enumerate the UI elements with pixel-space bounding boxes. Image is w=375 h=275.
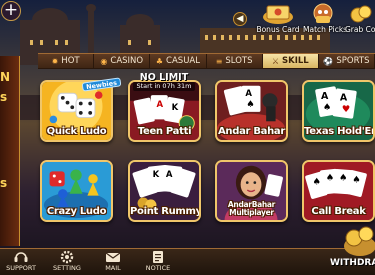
svg-text:K: K xyxy=(172,102,179,112)
start-timer: Start in 07h 31m xyxy=(133,82,195,91)
bonus-card-icon xyxy=(263,5,293,24)
setting-label: SETTING xyxy=(53,264,81,272)
tab-label: SKILL xyxy=(282,56,309,66)
notice-label: NOTICE xyxy=(145,264,171,272)
match-picks-icon xyxy=(313,3,333,23)
game-card-point-rummy[interactable]: K A Point Rummy xyxy=(128,160,201,222)
tab-label: CASINO xyxy=(110,56,144,66)
skill-icon: ⚔ xyxy=(271,56,279,66)
match-picks-button[interactable]: Match Picks xyxy=(303,3,348,34)
game-title: Crazy Ludo xyxy=(46,206,107,217)
game-title: Call Break xyxy=(311,206,366,217)
support-button[interactable]: SUPPORT xyxy=(4,250,38,272)
withdraw-coins-icon xyxy=(344,226,375,256)
svg-text:A: A xyxy=(340,93,348,104)
tab-skill[interactable]: ⚔ SKILL xyxy=(262,54,319,68)
mail-button[interactable]: MAIL xyxy=(98,250,128,272)
game-card-andarbahar-multiplayer[interactable]: AndarBahar Multiplayer xyxy=(215,160,288,222)
svg-text:♠: ♠ xyxy=(339,173,347,184)
notice-button[interactable]: NOTICE xyxy=(142,250,174,272)
svg-text:♠: ♠ xyxy=(352,175,360,186)
tab-label: SPORTS xyxy=(336,56,370,66)
svg-text:♠: ♠ xyxy=(313,176,321,187)
setting-button[interactable]: SETTING xyxy=(50,250,84,272)
tab-label: SLOTS xyxy=(225,56,253,66)
flame-icon: ✹ xyxy=(51,56,59,66)
grab-coins-label: Grab Coin xyxy=(345,25,375,34)
gear-icon xyxy=(60,250,74,264)
svg-text:A: A xyxy=(321,91,329,102)
mail-icon xyxy=(105,252,121,262)
tab-sports[interactable]: ⚽ SPORTS xyxy=(319,54,375,68)
tab-slots[interactable]: ≡ SLOTS xyxy=(207,54,263,68)
bonus-card-label: Bonus Card xyxy=(256,25,300,34)
ball-icon: ⚽ xyxy=(323,56,334,66)
svg-text:A: A xyxy=(166,169,173,179)
tab-casual[interactable]: ♣ CASUAL xyxy=(150,54,207,68)
game-title: Texas Hold'Em xyxy=(304,126,375,137)
bonus-card-button[interactable]: Bonus Card xyxy=(254,3,302,34)
tab-casino[interactable]: ◉ CASINO xyxy=(94,54,151,68)
tab-label: CASUAL xyxy=(166,56,200,66)
support-label: SUPPORT xyxy=(6,264,36,272)
mail-label: MAIL xyxy=(105,264,121,272)
left-promo-panel[interactable]: N s s xyxy=(0,56,20,246)
promo-text: N xyxy=(0,70,11,84)
collapse-chevron-icon[interactable]: ◀ xyxy=(233,12,247,26)
game-title: Teen Patti xyxy=(137,126,192,137)
promo-text: s xyxy=(0,176,8,190)
category-tabs: ✹ HOT ◉ CASINO ♣ CASUAL ≡ SLOTS ⚔ SKILL ⚽ SPOR… xyxy=(38,53,375,69)
svg-text:♠: ♠ xyxy=(246,99,254,110)
game-card-andar-bahar[interactable]: A ♠ Andar Bahar xyxy=(215,80,288,142)
cards-icon: ♣ xyxy=(155,56,164,66)
svg-text:♠: ♠ xyxy=(326,173,334,184)
coins-icon xyxy=(350,5,372,23)
tab-hot[interactable]: ✹ HOT xyxy=(38,54,95,68)
game-lobby-background: + N s s ◀ Bonus Card Match Picks Grab Co… xyxy=(0,0,375,275)
svg-text:A: A xyxy=(245,88,252,98)
game-card-texas-holdem[interactable]: A A ♠ ♥ Texas Hold'Em xyxy=(302,80,375,142)
withdraw-button[interactable]: WITHDRA xyxy=(330,258,375,268)
game-title: AndarBahar Multiplayer xyxy=(217,201,286,217)
add-button[interactable]: + xyxy=(1,1,21,21)
game-title: Andar Bahar xyxy=(217,126,286,137)
svg-text:♠: ♠ xyxy=(323,102,331,113)
game-title: Quick Ludo xyxy=(46,126,107,137)
notice-icon xyxy=(153,251,163,263)
tab-label: HOT xyxy=(61,56,80,66)
promo-text: s xyxy=(0,90,8,104)
grab-coins-button[interactable]: Grab Coin xyxy=(345,3,375,34)
game-card-call-break[interactable]: ♠ ♠ ♠ ♠ Call Break xyxy=(302,160,375,222)
svg-text:A: A xyxy=(156,99,163,109)
game-card-crazy-ludo[interactable]: Crazy Ludo xyxy=(40,160,113,222)
slot-icon: ≡ xyxy=(215,56,223,66)
svg-text:K: K xyxy=(153,169,160,179)
title-line: Multiplayer xyxy=(229,208,274,217)
svg-text:♥: ♥ xyxy=(342,104,350,115)
game-title: Point Rummy xyxy=(130,206,201,217)
match-picks-label: Match Picks xyxy=(303,25,348,34)
support-headset-icon xyxy=(14,252,28,262)
chip-icon: ◉ xyxy=(100,56,108,66)
